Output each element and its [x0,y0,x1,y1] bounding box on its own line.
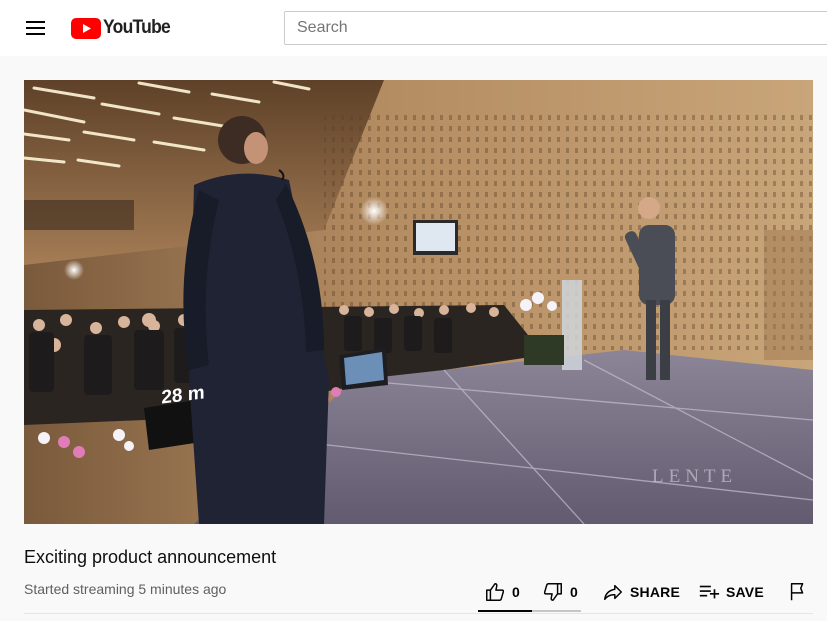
logo-text: YouTube [103,17,171,38]
thumbs-up-icon [486,583,505,601]
share-button[interactable]: SHARE [602,577,680,607]
video-player[interactable]: 28 m LENTE [24,80,813,524]
info-divider [24,613,813,614]
flag-icon [790,583,804,601]
like-count: 0 [512,584,520,600]
video-frame [24,80,813,524]
playlist-add-icon [699,585,720,599]
save-label: SAVE [726,584,764,600]
video-watermark: LENTE [652,466,738,487]
search-box[interactable] [284,11,827,45]
share-arrow-icon [604,584,622,601]
video-title: Exciting product announcement [24,547,277,567]
thumbs-down-icon [543,583,562,601]
share-label: SHARE [630,584,681,600]
report-button[interactable] [787,577,809,607]
sentiment-bar-fill [478,610,532,612]
dislike-button[interactable]: 0 [542,577,578,607]
youtube-play-icon [71,17,101,39]
search-input[interactable] [285,12,827,44]
like-button[interactable]: 0 [484,577,520,607]
youtube-logo[interactable]: YouTube [71,17,176,39]
save-button[interactable]: SAVE [698,577,764,607]
hamburger-menu-icon[interactable] [26,18,46,38]
stream-status: Started streaming 5 minutes ago [24,581,227,597]
overlay-sign: 28 m [152,372,214,420]
dislike-count: 0 [570,584,578,600]
sentiment-bar [478,610,581,612]
overlay-sign-text: 28 m [161,382,205,409]
masthead: YouTube [0,0,827,56]
